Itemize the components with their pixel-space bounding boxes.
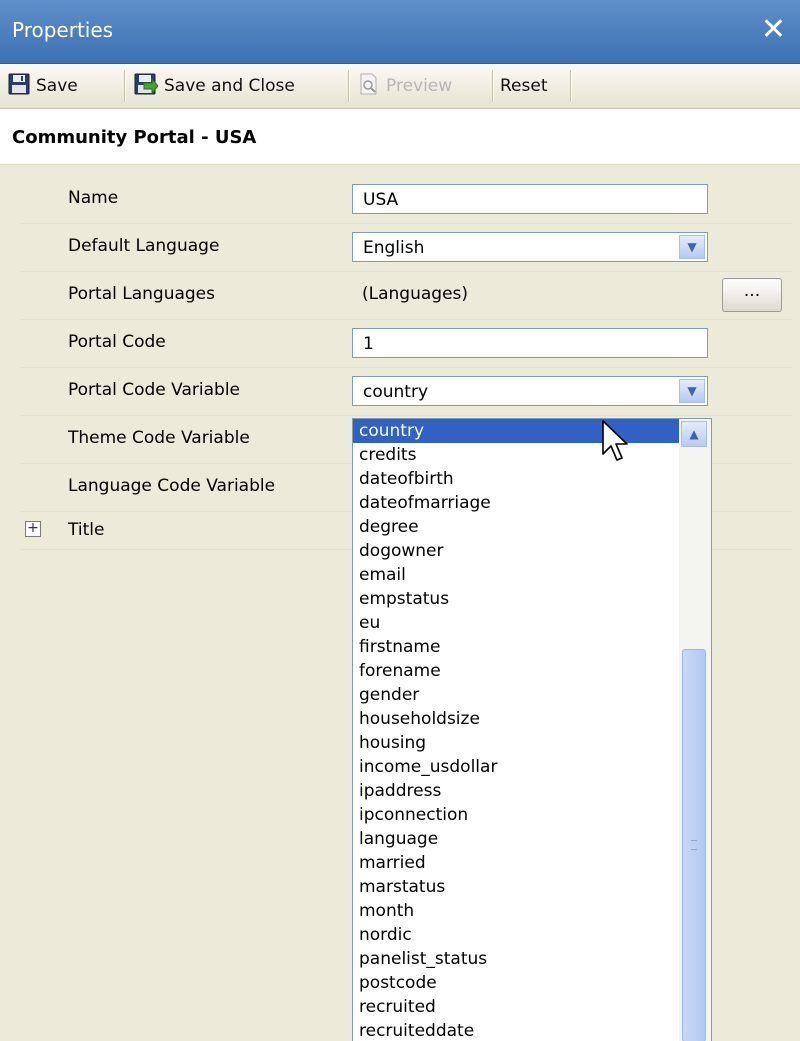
property-row-name: Name USA	[20, 175, 792, 224]
dropdown-option[interactable]: firstname	[353, 635, 681, 659]
property-label: Portal Code	[68, 332, 166, 352]
property-label: Portal Languages	[68, 284, 215, 304]
save-and-close-label: Save and Close	[164, 76, 295, 96]
property-row-default-language: Default Language English ▼	[20, 223, 792, 272]
toolbar-separator	[492, 70, 494, 102]
dropdown-option[interactable]: ipaddress	[353, 779, 681, 803]
dropdown-option[interactable]: country	[353, 419, 681, 443]
portal-code-variable-dropdown-list[interactable]: country credits dateofbirth dateofmarriage d…	[352, 418, 712, 1041]
property-row-portal-code: Portal Code 1	[20, 319, 792, 368]
toolbar-separator	[570, 70, 572, 102]
dropdown-option[interactable]: forename	[353, 659, 681, 683]
property-label: Portal Code Variable	[68, 380, 241, 400]
close-icon[interactable]: ✕	[761, 10, 786, 50]
select-value: English	[363, 238, 425, 258]
property-label: Name	[68, 188, 119, 208]
dropdown-option[interactable]: recruited	[353, 995, 681, 1019]
save-and-close-button[interactable]: Save and Close	[134, 70, 295, 102]
save-label: Save	[36, 76, 78, 96]
preview-label: Preview	[386, 76, 453, 96]
property-row-portal-languages: Portal Languages (Languages) ...	[20, 271, 792, 320]
save-button[interactable]: Save	[8, 70, 78, 102]
dropdown-option[interactable]: gender	[353, 683, 681, 707]
dropdown-option[interactable]: income_usdollar	[353, 755, 681, 779]
scrollbar-grip	[691, 840, 697, 850]
property-label: Title	[68, 520, 105, 540]
portal-code-field[interactable]: 1	[352, 328, 708, 358]
name-field[interactable]: USA	[352, 184, 708, 214]
header-band: Community Portal - USA	[0, 109, 800, 165]
floppy-disk-icon	[8, 73, 30, 100]
reset-label: Reset	[500, 76, 548, 96]
toolbar-separator	[348, 70, 350, 102]
chevron-up-icon[interactable]: ▲	[681, 421, 707, 447]
reset-button[interactable]: Reset	[500, 70, 548, 102]
dropdown-option[interactable]: empstatus	[353, 587, 681, 611]
property-label: Theme Code Variable	[68, 428, 250, 448]
dropdown-option[interactable]: dateofmarriage	[353, 491, 681, 515]
default-language-select[interactable]: English ▼	[352, 232, 708, 262]
preview-button[interactable]: Preview	[358, 70, 452, 102]
expand-icon[interactable]: +	[25, 521, 41, 537]
toolbar-separator	[124, 70, 126, 102]
dropdown-option[interactable]: eu	[353, 611, 681, 635]
property-row-portal-code-variable: Portal Code Variable country ▼	[20, 367, 792, 416]
select-value: country	[363, 382, 429, 402]
portal-code-variable-select[interactable]: country ▼	[352, 376, 708, 406]
dropdown-option[interactable]: month	[353, 899, 681, 923]
page-title: Community Portal - USA	[12, 127, 257, 148]
window-title: Properties	[12, 18, 114, 42]
property-label: Default Language	[68, 236, 220, 256]
portal-languages-value: (Languages)	[362, 284, 469, 304]
title-bar: Properties ✕	[0, 0, 800, 64]
dropdown-options: country credits dateofbirth dateofmarriage d…	[353, 419, 711, 1041]
mouse-pointer-icon	[602, 420, 630, 470]
dropdown-option[interactable]: credits	[353, 443, 681, 467]
scrollbar-thumb[interactable]	[682, 649, 706, 1041]
chevron-down-icon[interactable]: ▼	[679, 379, 705, 403]
dropdown-option[interactable]: nordic	[353, 923, 681, 947]
save-and-close-icon	[134, 73, 159, 100]
portal-languages-edit-button[interactable]: ...	[722, 278, 782, 312]
dropdown-option[interactable]: married	[353, 851, 681, 875]
dropdown-option[interactable]: householdsize	[353, 707, 681, 731]
dropdown-option[interactable]: dateofbirth	[353, 467, 681, 491]
dropdown-option[interactable]: postcode	[353, 971, 681, 995]
dropdown-option[interactable]: marstatus	[353, 875, 681, 899]
magnifier-page-icon	[358, 73, 380, 100]
property-label: Language Code Variable	[68, 476, 276, 496]
dropdown-option[interactable]: language	[353, 827, 681, 851]
dropdown-option[interactable]: email	[353, 563, 681, 587]
dropdown-option[interactable]: panelist_status	[353, 947, 681, 971]
toolbar: Save Save and Close Preview Reset	[0, 64, 800, 109]
dropdown-scrollbar[interactable]: ▲	[679, 419, 711, 1041]
dropdown-option[interactable]: recruiteddate	[353, 1019, 681, 1041]
chevron-down-icon[interactable]: ▼	[679, 235, 705, 259]
dropdown-option[interactable]: dogowner	[353, 539, 681, 563]
dropdown-option[interactable]: degree	[353, 515, 681, 539]
dropdown-option[interactable]: ipconnection	[353, 803, 681, 827]
dropdown-option[interactable]: housing	[353, 731, 681, 755]
